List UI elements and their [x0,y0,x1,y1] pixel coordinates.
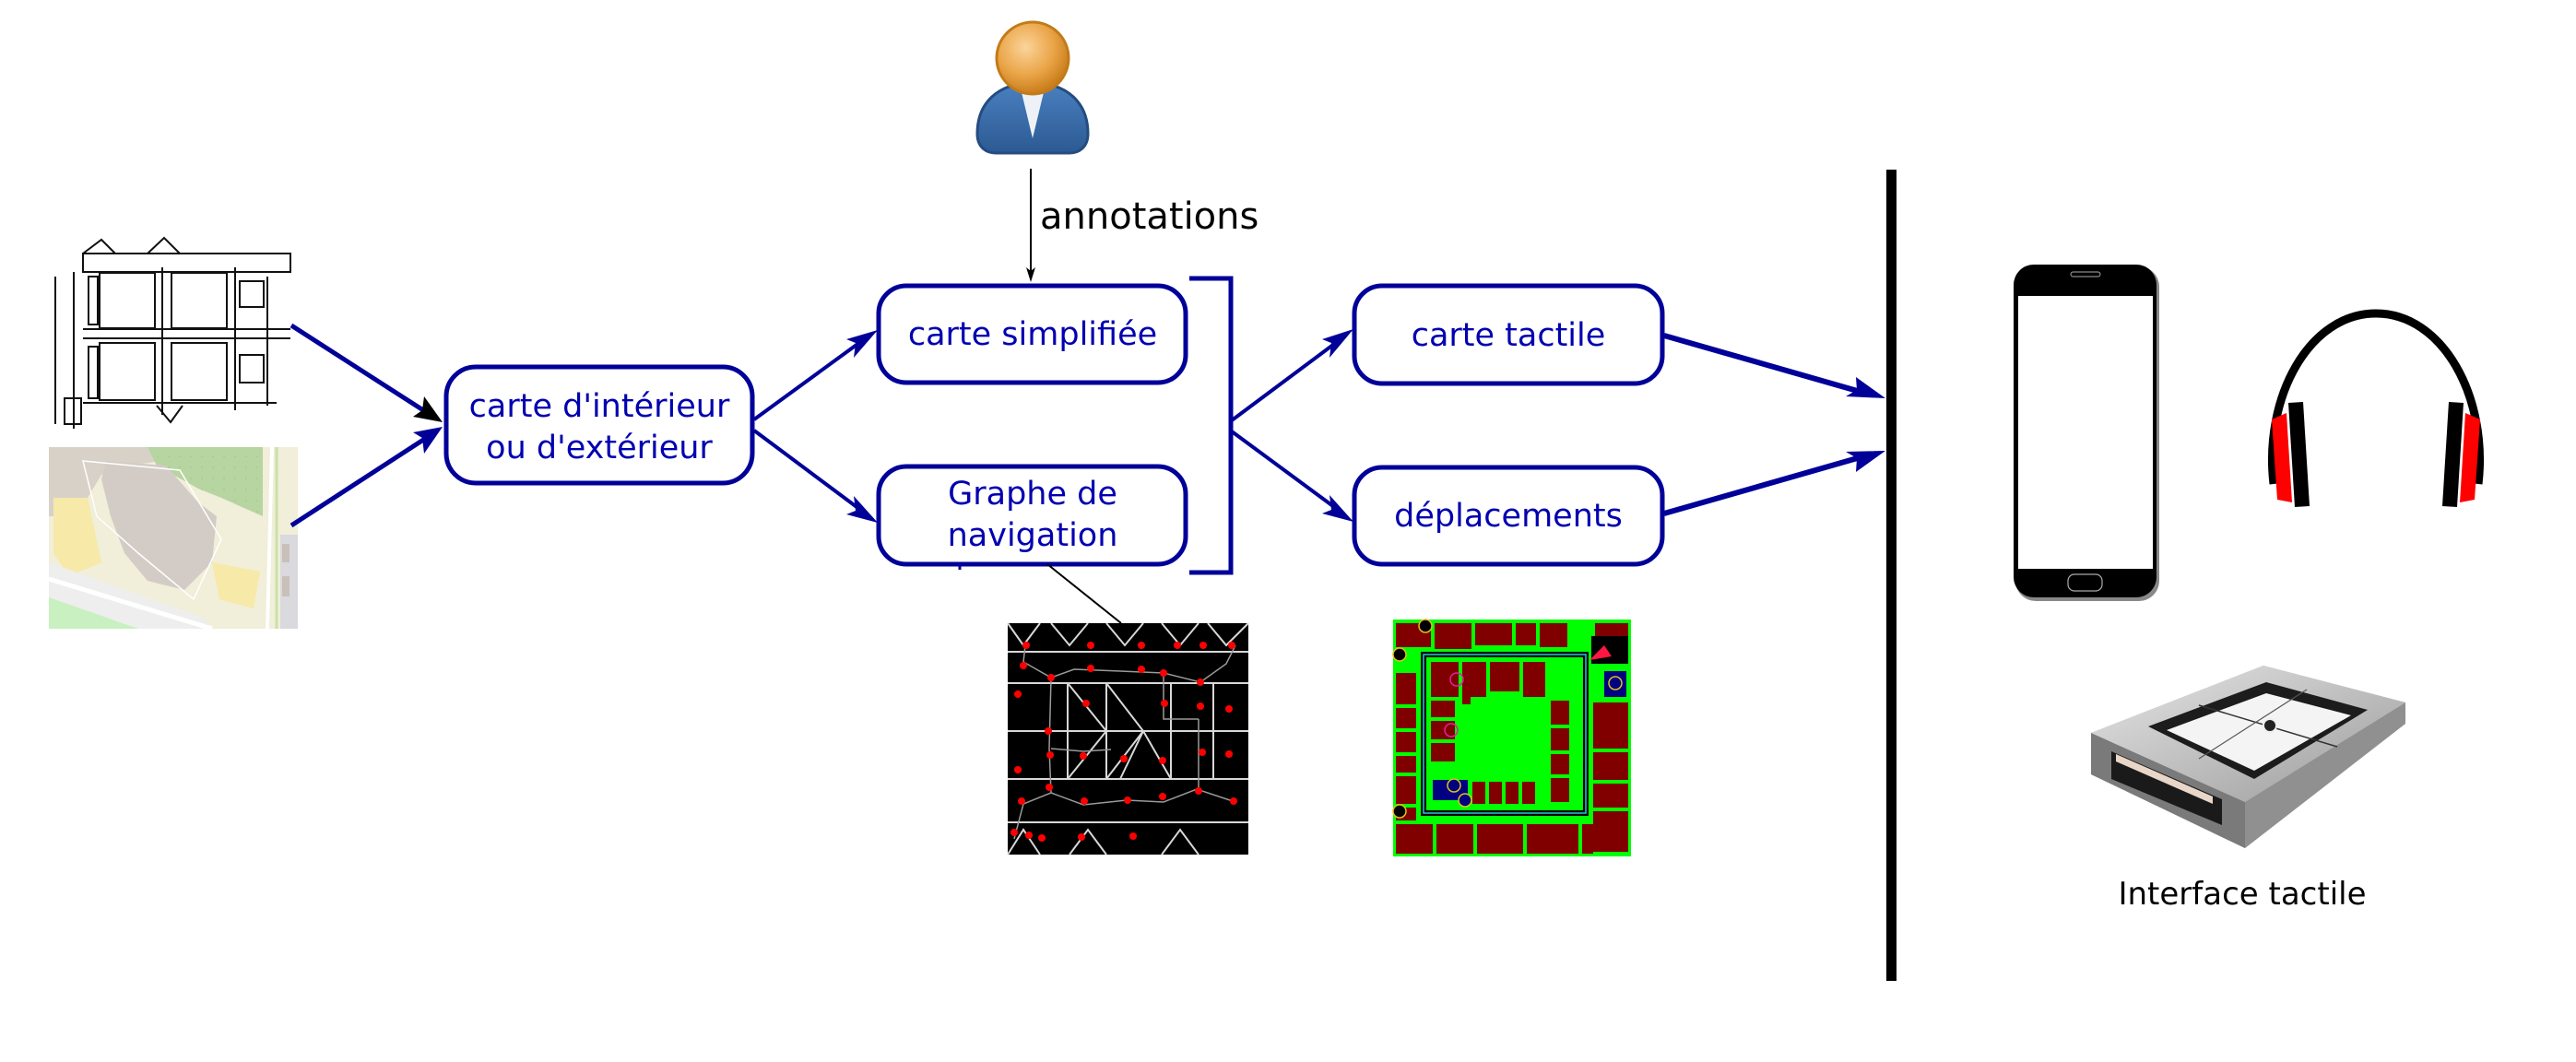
arrow-head [846,330,878,358]
node-simplified-map[interactable]: carte simplifiée [876,283,1188,385]
tactile-interface-caption: Interface tactile [2118,876,2366,913]
arrow-head [846,496,878,523]
node-navigation-graph[interactable]: Graphe de navigation [876,464,1188,567]
arrow-head-black [413,396,443,422]
graph-example-connector [1046,563,1122,624]
floor-plan-image [53,221,292,429]
node-source-map-line1: carte d'intérieur [469,388,730,425]
arrow-head [1322,329,1353,358]
arrow-source-to-simplified [752,336,869,421]
navigation-graph-image [1007,622,1249,856]
node-navigation-graph-line2: navigation [948,517,1118,554]
separator-bar [1886,170,1897,981]
arrow-source-to-graph [752,429,869,516]
node-source-map[interactable]: carte d'intérieur ou d'extérieur [443,364,755,486]
node-tactile-map[interactable]: carte tactile [1352,283,1665,386]
node-simplified-map-label: carte simplifiée [908,316,1157,353]
street-map-image [48,446,298,631]
pipeline-diagram: carte d'intérieur ou d'extérieur annotat… [48,20,2484,981]
arrow-streetmap-to-source [290,431,435,528]
node-movements[interactable]: déplacements [1352,465,1665,567]
user-icon [975,20,1090,155]
node-tactile-map-label: carte tactile [1412,317,1606,354]
arrow-bracket-to-movements [1230,430,1346,516]
node-movements-label: déplacements [1394,498,1623,535]
arrow-tactile-to-devices [1663,333,1868,396]
annotations-label: annotations [1040,195,1258,238]
arrow-bracket-to-tactile [1230,335,1346,422]
node-navigation-graph-line1: Graphe de [948,476,1117,513]
node-source-map-line2: ou d'extérieur [486,430,713,466]
arrow-movements-to-devices [1663,453,1868,516]
smartphone-icon [2014,265,2159,601]
grouping-bracket [1189,276,1234,575]
arrow-head [1322,495,1353,522]
headphones-icon [2268,309,2484,507]
tactile-interface-icon [2091,666,2405,848]
tactile-map-image [1392,619,1631,856]
arrow-head [413,427,443,454]
arrow-floorplan-to-source [290,323,435,419]
